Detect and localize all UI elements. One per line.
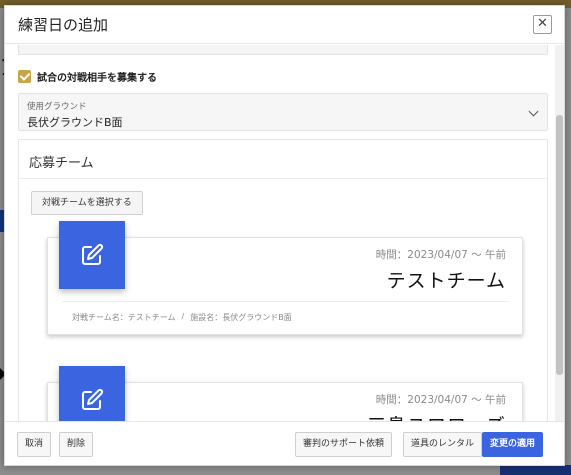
- dialog-header: 練習日の追加 ✕: [5, 6, 564, 44]
- card-team-name: 三島スワローズ: [367, 411, 506, 421]
- dialog-footer: 取消 削除 審判のサポート依頼 道具のレンタル 変更の適用: [5, 421, 564, 465]
- panel-title: 応募チーム: [29, 156, 94, 171]
- dialog-scrollbar[interactable]: [555, 45, 564, 421]
- card-meta-separator: /: [181, 312, 185, 321]
- card-time: 時間：2023/04/07 ～ 午前: [375, 394, 506, 406]
- dialog-body[interactable]: 試合の対戦相手を募集する 使用グラウンド 長伏グラウンドB面 応募チーム 対戦チ…: [5, 45, 564, 421]
- close-icon: ✕: [537, 16, 548, 31]
- applicant-teams-panel: 応募チーム 対戦チームを選択する 時間：2023/04/07 ～ 午前 テストチ…: [18, 139, 548, 421]
- edit-icon: [82, 243, 104, 265]
- recruit-opponent-label: 試合の対戦相手を募集する: [37, 73, 157, 84]
- panel-divider: [19, 178, 547, 179]
- ground-select[interactable]: 使用グラウンド 長伏グラウンドB面: [18, 93, 548, 131]
- ground-select-label: 使用グラウンド: [27, 102, 87, 112]
- ground-select-value: 長伏グラウンドB面: [27, 116, 123, 129]
- edit-icon: [82, 388, 104, 410]
- cancel-button[interactable]: 取消: [17, 432, 52, 457]
- edit-button[interactable]: [59, 221, 125, 289]
- recruit-opponent-row[interactable]: 試合の対戦相手を募集する: [18, 69, 157, 84]
- team-card[interactable]: 時間：2023/04/07 ～ 午前 テストチーム 対戦チーム名：テストチーム …: [47, 221, 523, 335]
- referee-support-button[interactable]: 審判のサポート依頼: [295, 432, 393, 457]
- card-time: 時間：2023/04/07 ～ 午前: [375, 249, 506, 261]
- card-meta: 対戦チーム名：テストチーム / 施設名：長伏グラウンドB面: [72, 312, 292, 323]
- card-facility: 施設名：長伏グラウンドB面: [190, 313, 292, 322]
- delete-button[interactable]: 削除: [59, 432, 94, 457]
- select-opponent-team-button[interactable]: 対戦チームを選択する: [31, 191, 143, 215]
- edit-button[interactable]: [59, 366, 125, 421]
- previous-field[interactable]: [18, 45, 548, 55]
- card-team-name: テストチーム: [386, 270, 506, 292]
- add-practice-day-dialog: 練習日の追加 ✕ 試合の対戦相手を募集する 使用グラウンド 長伏グラウンドB面 …: [4, 5, 565, 466]
- scrollbar-thumb[interactable]: [556, 115, 563, 375]
- equipment-rental-button[interactable]: 道具のレンタル: [403, 432, 483, 457]
- dialog-title: 練習日の追加: [18, 16, 109, 34]
- chevron-down-icon: [528, 106, 539, 117]
- recruit-opponent-checkbox[interactable]: [18, 70, 31, 83]
- card-opponent: 対戦チーム名：テストチーム: [72, 313, 176, 322]
- apply-changes-button[interactable]: 変更の適用: [482, 432, 544, 457]
- team-card[interactable]: 時間：2023/04/07 ～ 午前 三島スワローズ: [47, 366, 523, 421]
- card-divider: [62, 301, 508, 302]
- close-button[interactable]: ✕: [533, 15, 552, 34]
